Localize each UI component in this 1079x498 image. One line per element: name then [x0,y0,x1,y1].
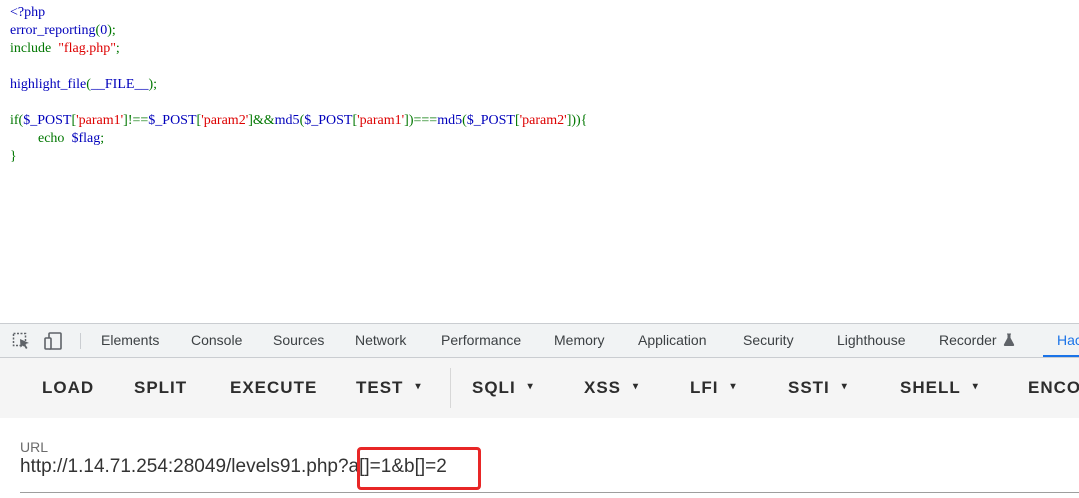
code-line: if($_POST['param1']!==$_POST['param2']&&… [10,112,587,130]
devtools-tab-bar: Elements Console Sources Network Perform… [0,323,1079,358]
shell-label: SHELL [900,378,961,397]
ssti-label: SSTI [788,378,830,397]
encoding-dropdown-button[interactable]: ENCO [1028,358,1079,418]
code-token: $_POST [148,113,197,128]
code-token: if( [10,113,24,128]
code-token: md5 [274,113,300,128]
code-token: include [10,41,59,56]
tab-memory[interactable]: Memory [554,324,605,357]
code-line: echo $flag; [10,130,587,148]
tab-recorder-label: Recorder [939,332,997,348]
execute-button[interactable]: EXECUTE [230,358,317,418]
code-token: ])){ [566,113,588,128]
code-token: highlight_file [10,77,87,92]
inspect-icon[interactable] [12,332,32,350]
code-line: error_reporting(0); [10,22,587,40]
code-token: "flag.php" [58,41,116,56]
lfi-dropdown-button[interactable]: LFI ▾ [690,358,737,418]
code-token: ]!== [123,113,149,128]
code-token: 'param1' [357,113,405,128]
tab-network[interactable]: Network [355,324,406,357]
chevron-down-icon: ▾ [730,380,737,392]
tab-lighthouse[interactable]: Lighthouse [837,324,906,357]
code-token: 'param2' [519,113,567,128]
hackbar-toolbar: LOAD SPLIT EXECUTE TEST ▾ SQLI ▾ XSS ▾ LFI ▾… [0,358,1079,418]
tab-security[interactable]: Security [743,324,794,357]
code-token: md5 [437,113,463,128]
tab-recorder[interactable]: Recorder [939,324,1015,357]
sqli-dropdown-button[interactable]: SQLI ▾ [472,358,534,418]
code-line: highlight_file(__FILE__); [10,76,587,94]
test-label: TEST [356,378,404,397]
url-label: URL [20,439,49,455]
code-token: 'param1' [76,113,124,128]
code-token: $_POST [304,113,353,128]
code-token: 'param2' [201,113,249,128]
code-token: ])=== [404,113,438,128]
toolbar-divider [80,333,81,349]
code-token: $_POST [466,113,515,128]
test-dropdown-button[interactable]: TEST ▾ [356,358,421,418]
chevron-down-icon: ▾ [841,380,848,392]
php-source-code: <?php error_reporting(0); include "flag.ph… [10,4,587,166]
url-base: http://1.14.71.254:28049/levels91.php [20,456,338,477]
active-tab-indicator [1043,355,1079,357]
code-line: <?php [10,4,587,22]
chevron-down-icon: ▾ [633,380,640,392]
xss-label: XSS [584,378,622,397]
url-input-underline [20,492,1079,493]
toolbar-divider [450,368,451,408]
code-token: $flag [71,131,101,146]
code-token: $_POST [23,113,72,128]
code-token: echo [10,131,72,146]
flask-icon [1004,333,1015,346]
code-token: ; [115,41,120,56]
code-token: __FILE__ [90,77,149,92]
tab-sources[interactable]: Sources [273,324,324,357]
lfi-label: LFI [690,378,719,397]
chevron-down-icon: ▾ [972,380,979,392]
code-token: } [10,149,17,164]
tab-elements[interactable]: Elements [101,324,159,357]
device-toggle-icon[interactable] [44,332,64,350]
code-line: include "flag.php"; [10,40,587,58]
xss-dropdown-button[interactable]: XSS ▾ [584,358,639,418]
code-token: ]&& [248,113,275,128]
code-token: ); [107,23,116,38]
shell-dropdown-button[interactable]: SHELL ▾ [900,358,979,418]
chevron-down-icon: ▾ [527,380,534,392]
code-token: ; [100,131,105,146]
split-button[interactable]: SPLIT [134,358,187,418]
code-token: <?php [10,5,46,20]
tab-console[interactable]: Console [191,324,242,357]
code-line: } [10,148,587,166]
ssti-dropdown-button[interactable]: SSTI ▾ [788,358,848,418]
highlight-box [357,447,481,490]
tab-application[interactable]: Application [638,324,707,357]
chevron-down-icon: ▾ [415,380,422,392]
load-button[interactable]: LOAD [42,358,94,418]
tab-performance[interactable]: Performance [441,324,521,357]
code-token: ); [148,77,158,92]
tab-hackbar[interactable]: Hac [1057,324,1079,357]
sqli-label: SQLI [472,378,516,397]
code-token: error_reporting [10,23,96,38]
